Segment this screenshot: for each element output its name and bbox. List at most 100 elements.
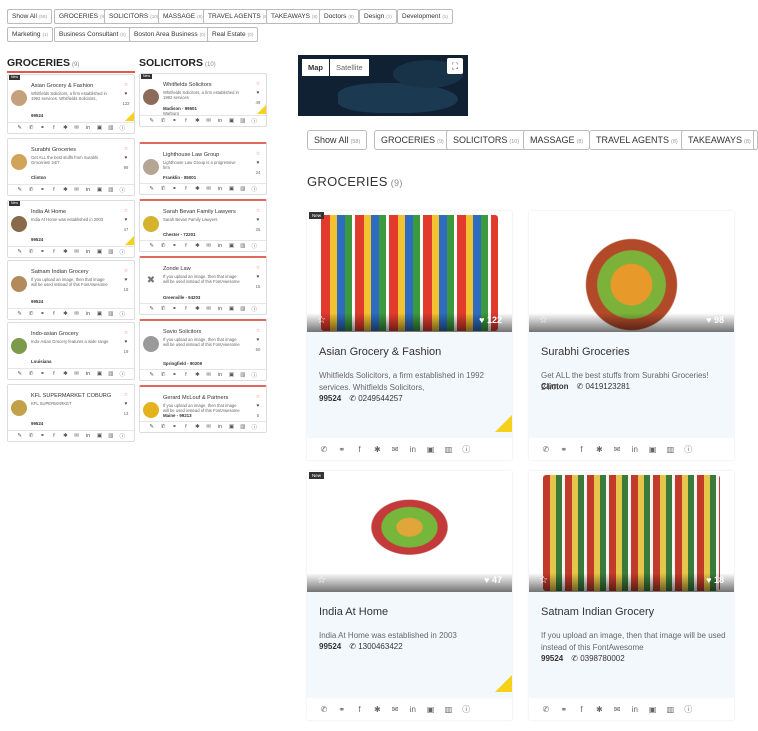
info-icon[interactable]: ⓘ (251, 305, 258, 313)
facebook-icon[interactable]: f (182, 243, 189, 249)
yelp-icon[interactable]: ✱ (194, 243, 201, 249)
info-icon[interactable]: ⓘ (251, 371, 258, 379)
listing-title[interactable]: Indo-asian Grocery (31, 331, 79, 337)
heart-icon[interactable]: ♥ (254, 89, 262, 98)
like-counter[interactable]: ♥ 18 (706, 575, 724, 585)
listing-title[interactable]: Satnam Indian Grocery (31, 269, 89, 275)
facebook-icon[interactable]: f (50, 249, 57, 255)
link-icon[interactable]: ⚭ (39, 249, 46, 255)
link-icon[interactable]: ⚭ (555, 705, 573, 714)
listing-card[interactable]: KFL SUPERMARKET COBURG KFL SUPERMARKET 995… (7, 384, 135, 442)
star-icon[interactable]: ☆ (317, 575, 326, 586)
linkedin-icon[interactable]: in (404, 705, 422, 714)
yelp-icon[interactable]: ✱ (62, 249, 69, 255)
listing-card[interactable]: New Whitfields Solicitors Whitfields Solic… (139, 73, 267, 127)
yelp-icon[interactable]: ✱ (368, 705, 386, 714)
listing-card-large[interactable]: ☆ ♥ 98 Surabhi Groceries Get ALL the best s… (529, 211, 734, 460)
yelp-icon[interactable]: ✱ (194, 186, 201, 192)
phone-icon[interactable]: ✆ (28, 187, 35, 193)
link-icon[interactable]: ⚭ (39, 433, 46, 439)
map-tab-satellite[interactable]: Satellite (330, 59, 369, 76)
email-icon[interactable]: ✉ (73, 433, 80, 439)
edit-icon[interactable]: ✎ (148, 424, 155, 430)
twitter-icon[interactable]: ▣ (228, 186, 235, 192)
edit-icon[interactable]: ✎ (16, 433, 23, 439)
map-icon[interactable]: ▥ (107, 311, 114, 317)
email-icon[interactable]: ✉ (205, 424, 212, 430)
star-icon[interactable]: ☆ (254, 393, 262, 402)
map-icon[interactable]: ▥ (239, 118, 246, 124)
map-icon[interactable]: ▥ (107, 125, 114, 131)
twitter-icon[interactable]: ▣ (96, 249, 103, 255)
info-icon[interactable]: ⓘ (119, 370, 126, 378)
star-icon[interactable]: ☆ (254, 80, 262, 89)
linkedin-icon[interactable]: in (217, 243, 224, 249)
linkedin-icon[interactable]: in (85, 311, 92, 317)
star-icon[interactable]: ☆ (539, 315, 548, 326)
facebook-icon[interactable]: f (50, 311, 57, 317)
listing-image[interactable]: ☆ ♥ 18 (529, 471, 734, 592)
facebook-icon[interactable]: f (50, 125, 57, 131)
facebook-icon[interactable]: f (182, 186, 189, 192)
twitter-icon[interactable]: ▣ (228, 118, 235, 124)
star-icon[interactable]: ☆ (122, 207, 130, 216)
link-icon[interactable]: ⚭ (171, 243, 178, 249)
heart-icon[interactable]: ♥ (122, 338, 130, 347)
facebook-icon[interactable]: f (50, 187, 57, 193)
filter-massage[interactable]: MASSAGE (8) (158, 9, 208, 24)
filter-groceries[interactable]: GROCERIES (9) (54, 9, 111, 24)
listing-card[interactable]: Satnam Indian Grocery If you upload an im… (7, 260, 135, 320)
yelp-icon[interactable]: ✱ (194, 372, 201, 378)
email-icon[interactable]: ✉ (205, 306, 212, 312)
heart-icon[interactable]: ♥ (122, 216, 130, 225)
star-icon[interactable]: ☆ (122, 267, 130, 276)
phone-icon[interactable]: ✆ (28, 125, 35, 131)
yelp-icon[interactable]: ✱ (62, 187, 69, 193)
edit-icon[interactable]: ✎ (148, 243, 155, 249)
listing-image[interactable]: ☆ ♥ 98 (529, 211, 734, 332)
edit-icon[interactable]: ✎ (148, 306, 155, 312)
info-icon[interactable]: ⓘ (679, 704, 697, 715)
phone-icon[interactable]: ✆ (160, 118, 167, 124)
star-icon[interactable]: ☆ (254, 207, 262, 216)
listing-title[interactable]: Whitfields Solicitors (163, 82, 212, 88)
heart-icon[interactable]: ♥ (254, 273, 262, 282)
star-icon[interactable]: ☆ (122, 329, 130, 338)
listing-image[interactable]: New ☆ ♥ 122 (307, 211, 512, 332)
info-icon[interactable]: ⓘ (251, 117, 258, 125)
info-icon[interactable]: ⓘ (119, 248, 126, 256)
linkedin-icon[interactable]: in (85, 125, 92, 131)
email-icon[interactable]: ✉ (386, 445, 404, 454)
link-icon[interactable]: ⚭ (39, 371, 46, 377)
map-icon[interactable]: ▥ (662, 705, 680, 714)
star-icon[interactable]: ☆ (254, 327, 262, 336)
like-counter[interactable]: ♥ 98 (706, 315, 724, 325)
linkedin-icon[interactable]: in (626, 445, 644, 454)
map-tab-map[interactable]: Map (302, 59, 329, 76)
listing-image[interactable]: New ☆ ♥ 47 (307, 471, 512, 592)
listing-title[interactable]: Asian Grocery & Fashion (319, 346, 441, 358)
phone-icon[interactable]: ✆ (537, 705, 555, 714)
filter-boston-area-business[interactable]: Boston Area Business (0) (129, 27, 211, 42)
filterbar-more[interactable] (753, 130, 758, 150)
filter-design[interactable]: Design (1) (359, 9, 397, 24)
link-icon[interactable]: ⚭ (171, 424, 178, 430)
twitter-icon[interactable]: ▣ (644, 445, 662, 454)
star-icon[interactable]: ☆ (122, 81, 130, 90)
phone-icon[interactable]: ✆ (160, 186, 167, 192)
phone-icon[interactable]: ✆ (160, 424, 167, 430)
yelp-icon[interactable]: ✱ (194, 424, 201, 430)
heart-icon[interactable]: ♥ (122, 154, 130, 163)
link-icon[interactable]: ⚭ (171, 372, 178, 378)
filterbar-solicitors[interactable]: SOLICITORS (10) (446, 130, 527, 150)
phone-icon[interactable]: ✆ (28, 311, 35, 317)
heart-icon[interactable]: ♥ (254, 216, 262, 225)
phone-icon[interactable]: ✆ (160, 306, 167, 312)
map-icon[interactable]: ▥ (239, 243, 246, 249)
email-icon[interactable]: ✉ (73, 187, 80, 193)
twitter-icon[interactable]: ▣ (228, 243, 235, 249)
twitter-icon[interactable]: ▣ (96, 371, 103, 377)
link-icon[interactable]: ⚭ (171, 186, 178, 192)
map-icon[interactable]: ▥ (239, 186, 246, 192)
yelp-icon[interactable]: ✱ (590, 445, 608, 454)
